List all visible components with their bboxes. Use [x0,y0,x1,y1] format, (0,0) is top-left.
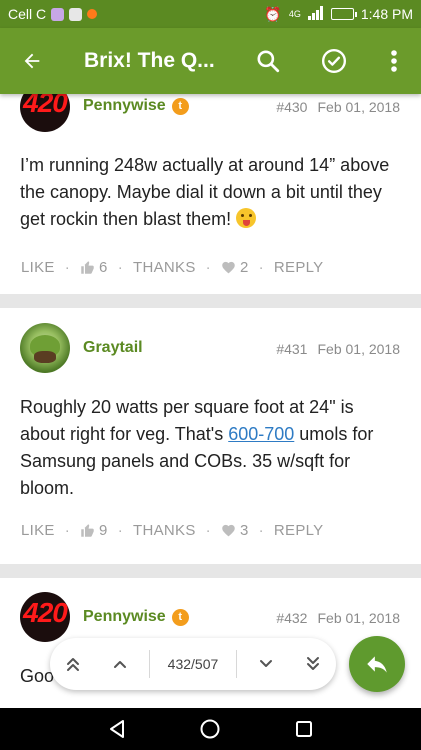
post-431: Graytail #431 Feb 01, 2018 Roughly 20 wat… [0,308,421,564]
thanks-count-value: 3 [239,522,249,539]
search-icon [257,50,280,73]
post-actions: LIKE · 6 · THANKS · 2 · REPLY [21,259,324,276]
umols-link[interactable]: 600-700 [228,424,294,444]
post-separator [0,294,421,308]
thanks-count-value: 2 [239,259,249,276]
post-date: Feb 01, 2018 [317,99,400,115]
heart-icon [222,261,235,274]
post-date: Feb 01, 2018 [317,341,400,357]
post-text: Goo [20,666,55,686]
last-page-button[interactable] [295,646,331,682]
first-page-button[interactable] [55,646,91,682]
reply-fab-button[interactable] [349,636,405,692]
avatar[interactable] [20,323,70,373]
like-count-value: 6 [99,259,108,276]
system-nav-bar [0,708,421,750]
post-text: I’m running 248w actually at around 14” … [20,155,390,229]
author-link[interactable]: Pennywise t [83,608,189,626]
thumbs-up-icon [81,524,94,537]
post-number[interactable]: #432 [276,610,307,626]
clock: 1:48 PM [360,6,413,22]
carrier-label: Cell C [8,6,47,22]
chevron-up-icon [114,661,126,668]
like-count[interactable]: 6 [80,259,108,276]
battery-icon [330,8,357,20]
avatar[interactable]: 420 [20,592,70,642]
thread-title: Brix! The Q... [84,49,215,72]
page-navigator: 432/507 [50,638,336,690]
page-indicator[interactable]: 432/507 [148,650,238,678]
nav-home-button[interactable] [190,709,230,749]
back-button[interactable] [0,28,64,94]
gallery-notification-icon [51,7,65,21]
mark-read-button[interactable] [301,28,367,94]
chevron-down-icon [259,660,272,667]
author-name: Graytail [83,339,143,356]
double-chevron-up-icon [67,658,80,671]
post-430: 420 Pennywise t #430 Feb 01, 2018 I’m run… [0,94,421,294]
screen: Cell C ⏰ 4G 1:48 PM Brix! The Q... 420 P… [0,0,421,750]
reply-button[interactable]: REPLY [274,522,324,539]
post-body: Roughly 20 watts per square foot at 24" … [20,394,402,502]
app-notification-icon [87,9,98,19]
alarm-icon: ⏰ [264,6,282,22]
author-name: Pennywise [83,608,166,625]
reply-button[interactable]: REPLY [274,259,324,276]
author-name: Pennywise [83,97,166,114]
circle-home-icon [200,719,220,739]
post-meta: #430 Feb 01, 2018 [276,99,400,115]
like-count-value: 9 [99,522,108,539]
more-vert-icon [391,50,397,72]
post-date: Feb 01, 2018 [317,610,400,626]
nav-recents-button[interactable] [284,709,324,749]
trophy-badge-icon: t [171,97,189,115]
thanks-button[interactable]: THANKS [133,259,196,276]
heart-icon [222,524,235,537]
post-body: I’m running 248w actually at around 14” … [20,152,402,233]
previous-page-button[interactable] [102,646,138,682]
trophy-badge-icon: t [171,608,189,626]
more-options-button[interactable] [367,28,421,94]
network-type: 4G [288,9,301,19]
like-button[interactable]: LIKE [21,259,55,276]
thanks-count[interactable]: 2 [221,259,249,276]
thanks-button[interactable]: THANKS [133,522,196,539]
post-meta: #432 Feb 01, 2018 [276,610,400,626]
avatar-420-logo: 420 [23,597,68,628]
next-page-button[interactable] [248,646,284,682]
double-chevron-down-icon [306,657,319,670]
post-separator [0,564,421,578]
post-number[interactable]: #430 [276,99,307,115]
signal-icon [307,6,324,22]
like-count[interactable]: 9 [80,522,108,539]
author-link[interactable]: Graytail [83,339,143,357]
post-actions: LIKE · 9 · THANKS · 3 · REPLY [21,522,324,539]
tongue-emoji-icon [236,208,257,228]
thanks-count[interactable]: 3 [221,522,249,539]
triangle-back-icon [109,720,124,738]
post-feed[interactable]: 420 Pennywise t #430 Feb 01, 2018 I’m run… [0,94,421,708]
back-arrow-icon [24,53,40,69]
mail-notification-icon [69,7,83,21]
avatar-420-logo: 420 [23,94,68,118]
avatar[interactable]: 420 [20,94,70,132]
reply-icon [367,656,387,673]
search-button[interactable] [235,28,301,94]
nav-back-button[interactable] [97,709,137,749]
square-recents-icon [296,721,313,737]
app-bar: Brix! The Q... [0,28,421,94]
like-button[interactable]: LIKE [21,522,55,539]
check-circle-icon [321,48,347,74]
thumbs-up-icon [81,261,94,274]
status-bar: Cell C ⏰ 4G 1:48 PM [0,0,421,28]
post-number[interactable]: #431 [276,341,307,357]
author-link[interactable]: Pennywise t [83,97,189,115]
post-meta: #431 Feb 01, 2018 [276,341,400,357]
